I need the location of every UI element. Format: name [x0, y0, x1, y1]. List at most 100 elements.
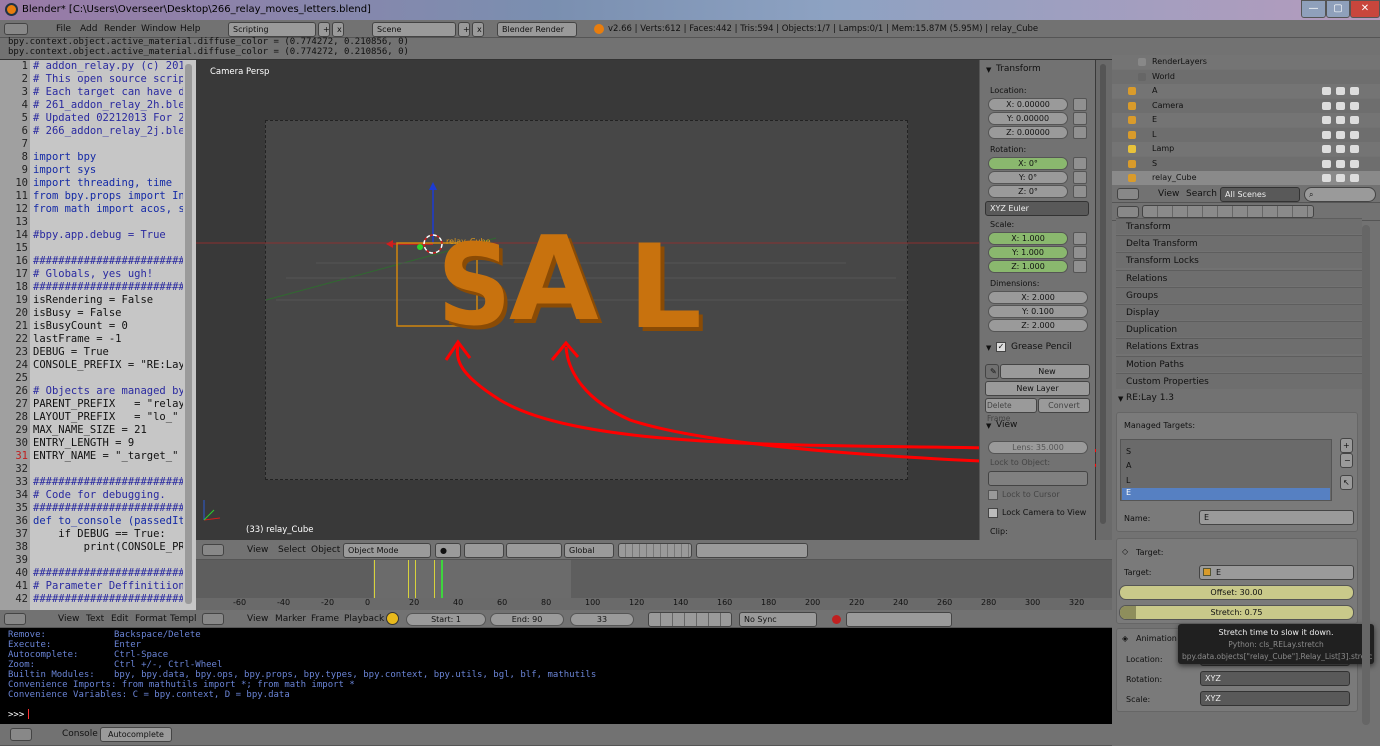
layer-buttons[interactable] [618, 543, 692, 558]
cursor-icon[interactable] [1336, 145, 1345, 153]
lock-icon[interactable] [1073, 157, 1087, 170]
add-target-button[interactable]: + [1340, 438, 1353, 453]
outliner[interactable]: RenderLayers World A Camera E L Lamp Srelay_Cub… [1112, 55, 1380, 185]
outliner-row[interactable]: Camera [1112, 98, 1380, 113]
editor-scrollbar[interactable] [185, 64, 192, 604]
target-object-field[interactable]: E [1199, 565, 1354, 580]
relay-panel-title[interactable]: RE:Lay 1.3 [1126, 393, 1174, 403]
console-prompt[interactable]: >>> [8, 710, 30, 720]
editor-type-icon[interactable] [1117, 206, 1139, 218]
snap-toggles[interactable] [696, 543, 808, 558]
menu-select[interactable]: Select [278, 545, 306, 555]
screen-remove-button[interactable]: x [332, 22, 344, 37]
menu-marker[interactable]: Marker [275, 614, 306, 624]
cursor-icon[interactable] [1336, 174, 1345, 182]
outliner-row[interactable]: Lamp [1112, 142, 1380, 156]
rotation-z-field[interactable]: Z: 0° [988, 185, 1068, 198]
screen-add-button[interactable]: + [318, 22, 330, 37]
preview-range-icon[interactable] [386, 612, 399, 625]
rotation-y-field[interactable]: Y: 0° [988, 171, 1068, 184]
cursor-icon[interactable] [1336, 101, 1345, 110]
record-icon[interactable] [832, 615, 841, 624]
editor-type-icon[interactable] [1117, 188, 1139, 200]
properties-section-header[interactable]: Relations Extras [1116, 338, 1362, 355]
remove-target-button[interactable]: − [1340, 453, 1353, 468]
letter-a[interactable]: A [509, 222, 599, 338]
python-console[interactable]: Remove: Backspace/Delete Execute: Enter Auto… [0, 628, 1112, 724]
playback-controls[interactable] [648, 612, 732, 627]
grease-pencil-title[interactable]: Grease Pencil [1011, 342, 1072, 352]
properties-section-header[interactable]: Duplication [1116, 321, 1362, 338]
grease-pencil-icon[interactable]: ✎ [985, 364, 999, 379]
eye-icon[interactable] [1322, 101, 1331, 110]
sync-select[interactable]: No Sync [739, 612, 817, 627]
letter-s[interactable]: S [437, 230, 511, 342]
grease-pencil-checkbox[interactable]: ✓ [996, 342, 1006, 352]
autocomplete-button[interactable]: Autocomplete [100, 727, 172, 742]
lock-icon[interactable] [1073, 126, 1087, 139]
menu-playback[interactable]: Playback [344, 614, 384, 624]
cursor-icon[interactable] [1336, 87, 1345, 95]
transform-panel-title[interactable]: Transform [996, 64, 1041, 74]
lock-cursor-checkbox[interactable] [988, 490, 998, 500]
lock-icon[interactable] [1073, 232, 1087, 245]
scene-add-button[interactable]: + [458, 22, 470, 37]
scene-remove-button[interactable]: x [472, 22, 484, 37]
end-frame-field[interactable]: End: 90 [490, 613, 564, 626]
properties-section-header[interactable]: Relations [1116, 269, 1362, 286]
lock-icon[interactable] [1073, 185, 1087, 198]
menu-help[interactable]: Help [180, 24, 201, 34]
dimension-z-field[interactable]: Z: 2.000 [988, 319, 1088, 332]
camera-icon[interactable] [1350, 145, 1359, 153]
dimension-y-field[interactable]: Y: 0.100 [988, 305, 1088, 318]
camera-icon[interactable] [1350, 174, 1359, 182]
outliner-row[interactable]: L [1112, 127, 1380, 142]
minimize-button[interactable]: — [1301, 0, 1326, 18]
stretch-slider[interactable]: Stretch: 0.75 [1119, 605, 1354, 620]
properties-section-header[interactable]: Motion Paths [1116, 355, 1362, 372]
keying-set-field[interactable] [846, 612, 952, 627]
eye-icon[interactable] [1322, 159, 1331, 168]
properties-section-header[interactable]: Display [1116, 304, 1362, 320]
cursor-icon[interactable] [1336, 130, 1345, 139]
location-y-field[interactable]: Y: 0.00000 [988, 112, 1068, 125]
menu-add[interactable]: Add [80, 24, 97, 34]
menu-format[interactable]: Format [135, 614, 167, 624]
properties-scrollbar[interactable] [1362, 225, 1370, 725]
info-editor-icon[interactable] [4, 23, 28, 35]
anim-rotation-select[interactable]: XYZ [1200, 671, 1350, 686]
dimension-x-field[interactable]: X: 2.000 [988, 291, 1088, 304]
menu-frame[interactable]: Frame [311, 614, 339, 624]
camera-icon[interactable] [1350, 101, 1359, 110]
cursor-icon[interactable] [1336, 116, 1345, 124]
maximize-button[interactable]: ▢ [1326, 0, 1350, 18]
lock-icon[interactable] [1073, 98, 1087, 111]
menu-search[interactable]: Search [1186, 189, 1217, 199]
properties-section-header[interactable]: Custom Properties [1116, 372, 1362, 389]
eye-icon[interactable] [1322, 145, 1331, 153]
text-editor[interactable]: 1 2 3 4 5 6 7 8 9 10 11 12 13 14 15 16 17 18 19 20 21 22 23 24 2… [0, 60, 196, 610]
convert-button[interactable]: Convert [1038, 398, 1090, 413]
close-button[interactable]: ✕ [1350, 0, 1380, 18]
delete-frame-button[interactable]: Delete Frame [985, 398, 1037, 423]
code-text[interactable]: # addon_relay.py (c) 2012 # This open sou… [33, 60, 183, 610]
anim-scale-select[interactable]: XYZ [1200, 691, 1350, 706]
properties-section-header[interactable]: Transform [1116, 218, 1362, 234]
scale-z-field[interactable]: Z: 1.000 [988, 260, 1068, 273]
lock-icon[interactable] [1073, 246, 1087, 259]
menu-file[interactable]: File [56, 24, 71, 34]
camera-icon[interactable] [1350, 130, 1359, 139]
lens-field[interactable]: Lens: 35.000 [988, 441, 1088, 454]
current-frame-field[interactable]: 33 [570, 613, 634, 626]
outliner-row[interactable]: relay_Cube [1112, 171, 1380, 185]
shading-select[interactable]: ● [435, 543, 461, 558]
target-item-l[interactable]: L [1126, 476, 1130, 485]
new-layer-button[interactable]: New Layer [985, 381, 1090, 396]
menu-render[interactable]: Render [104, 24, 136, 34]
target-item-a[interactable]: A [1126, 461, 1131, 470]
menu-view[interactable]: View [58, 614, 79, 624]
eye-icon[interactable] [1322, 116, 1331, 124]
camera-icon[interactable] [1350, 159, 1359, 168]
target-item-e-selected[interactable]: E [1122, 488, 1330, 500]
n-panel-scrollbar[interactable] [1096, 60, 1112, 540]
